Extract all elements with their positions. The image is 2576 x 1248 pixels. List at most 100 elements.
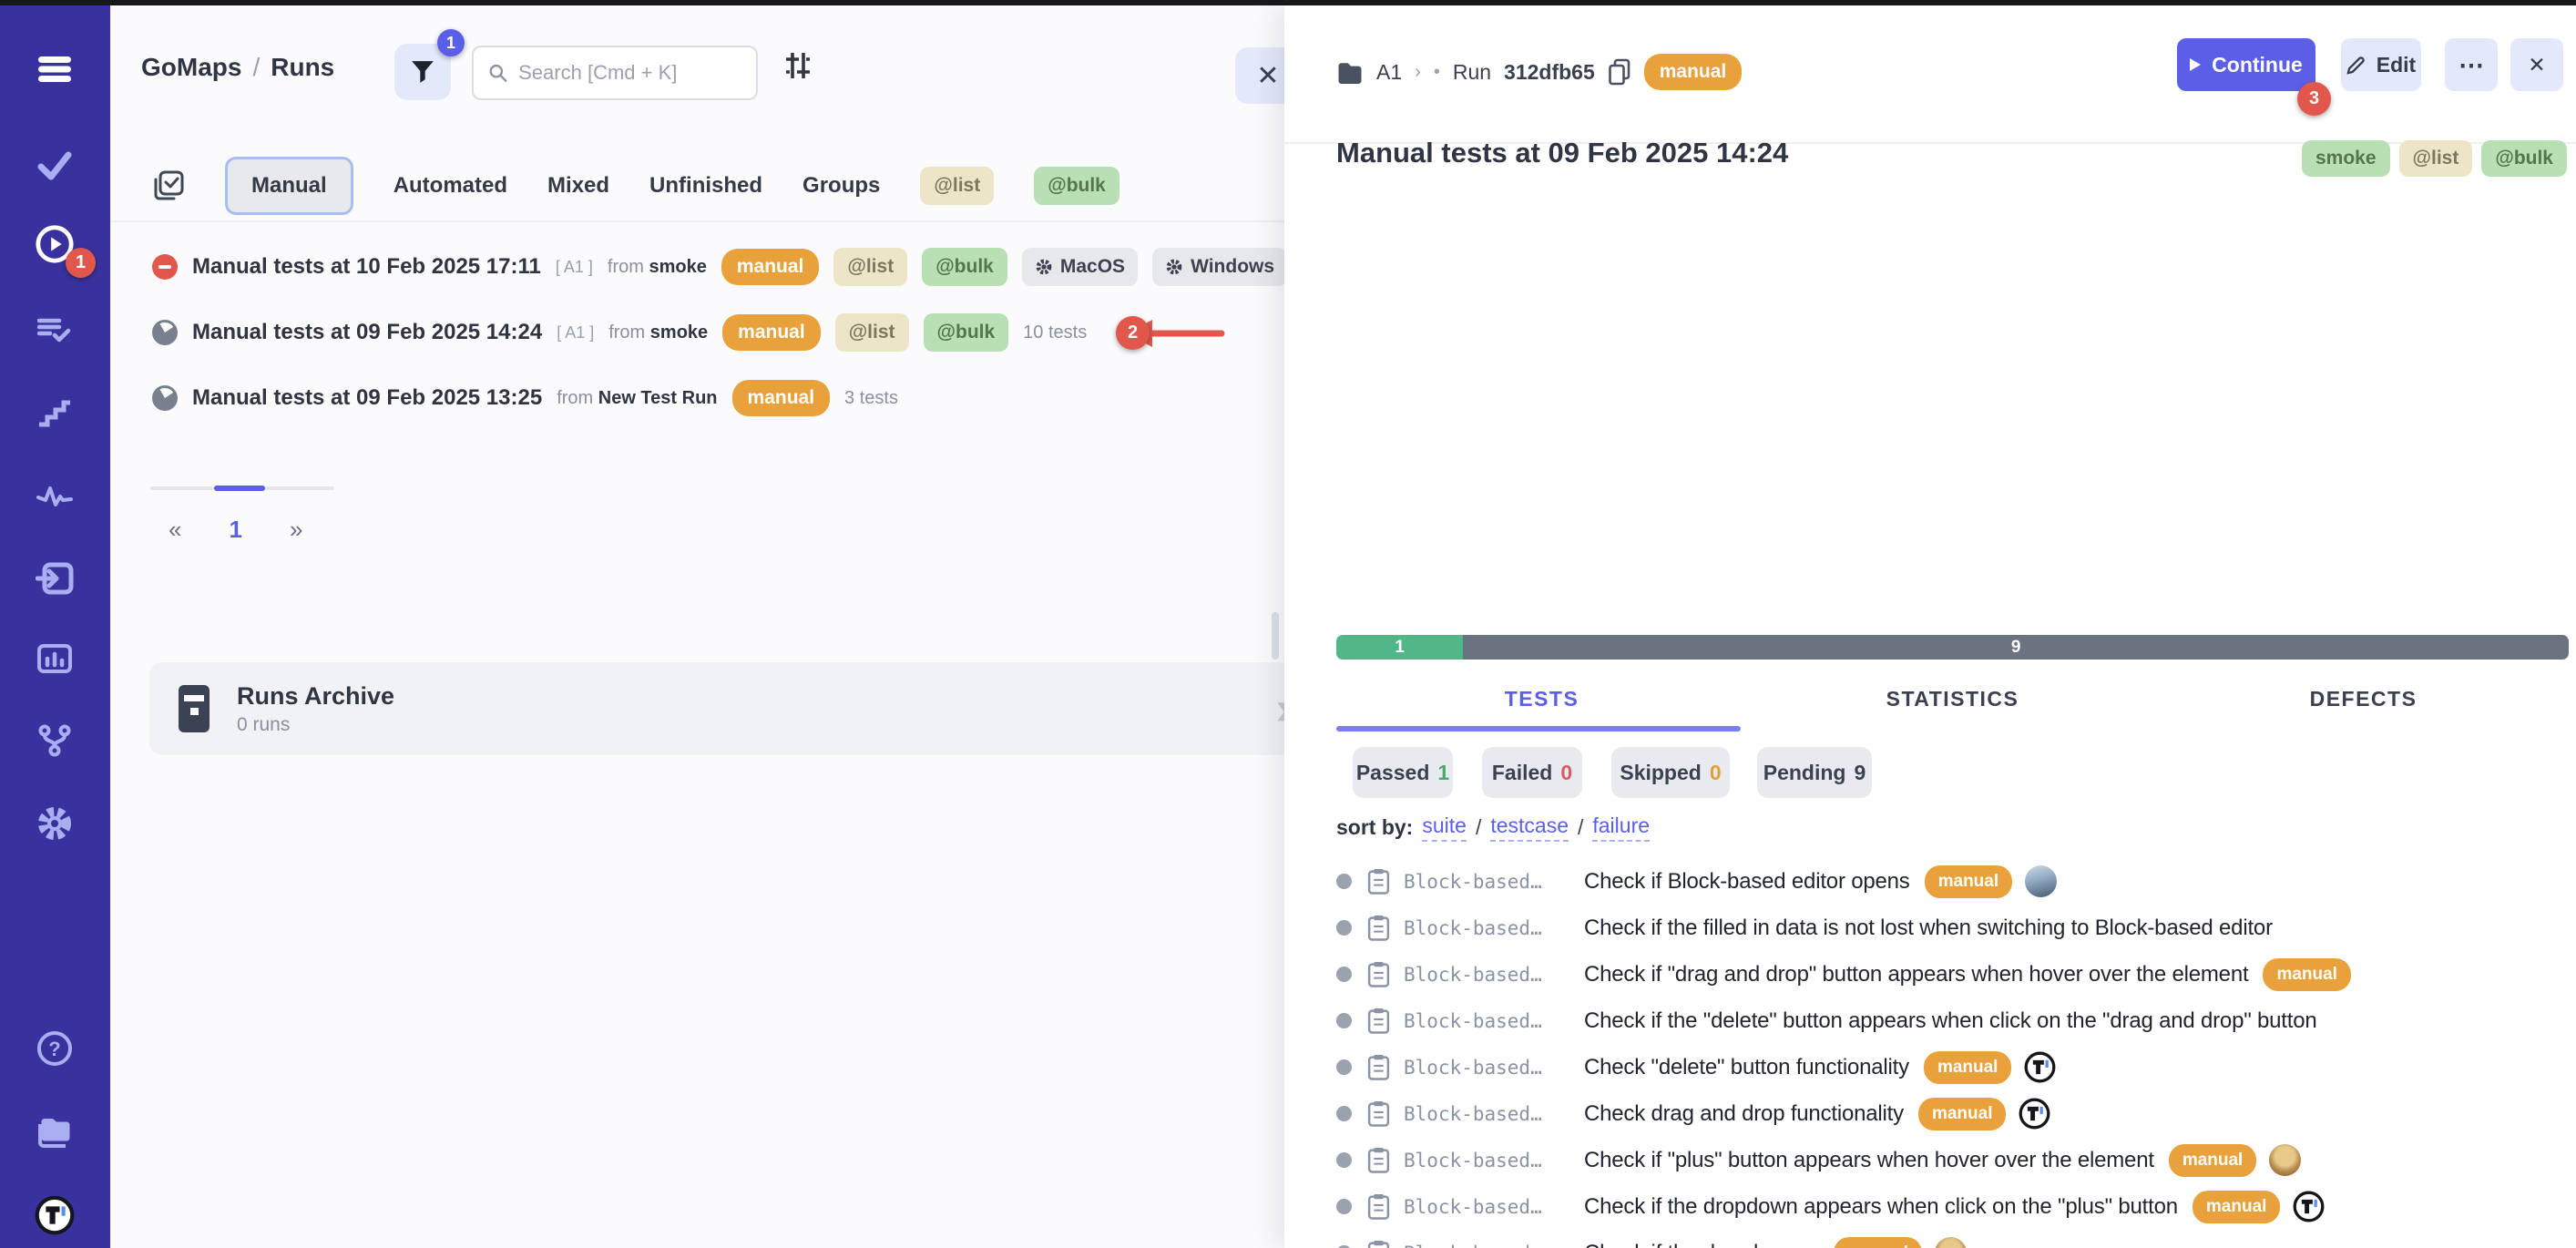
- edit-button[interactable]: Edit: [2341, 38, 2421, 91]
- status-dot-icon: [1336, 1059, 1352, 1075]
- status-dot-icon: [1336, 874, 1352, 889]
- tab-automated[interactable]: Automated: [394, 173, 507, 199]
- branch-icon[interactable]: [35, 721, 75, 761]
- testcase-icon: [1367, 1147, 1390, 1173]
- test-row[interactable]: Block-based… Check if "plus" button appe…: [1336, 1137, 2385, 1183]
- svg-text:?: ?: [48, 1038, 60, 1060]
- help-icon[interactable]: ?: [35, 1028, 75, 1069]
- continue-button[interactable]: Continue: [2177, 38, 2315, 91]
- tag-bulk[interactable]: @bulk: [924, 313, 1009, 352]
- breadcrumb-project[interactable]: GoMaps: [141, 53, 241, 82]
- page-prev-button[interactable]: «: [169, 516, 181, 544]
- test-title: Check if "plus" button appears when hove…: [1584, 1148, 2154, 1173]
- test-row[interactable]: Block-based… Check if the "delete" butto…: [1336, 997, 2385, 1044]
- close-detail-button[interactable]: ✕: [2510, 38, 2563, 91]
- sort-failure-link[interactable]: failure: [1592, 813, 1650, 842]
- test-row[interactable]: Block-based… Check if the filled in data…: [1336, 905, 2385, 951]
- chip-failed[interactable]: Failed0: [1482, 747, 1582, 798]
- breadcrumb-page[interactable]: Runs: [271, 53, 334, 82]
- run-row[interactable]: Manual tests at 09 Feb 2025 14:24 [ A1 ]…: [152, 306, 1087, 359]
- tab-defects[interactable]: DEFECTS: [2158, 687, 2569, 711]
- copy-icon[interactable]: [1608, 58, 1631, 86]
- tag-windows[interactable]: Windows: [1152, 248, 1287, 286]
- run-count: 10 tests: [1023, 322, 1087, 343]
- testcase-icon: [1367, 868, 1390, 895]
- search-icon: [488, 62, 507, 84]
- runs-list-panel: GoMaps / Runs 1 Manual Automated Mixed U…: [110, 5, 1285, 1248]
- progress-passed: 1: [1336, 635, 1463, 660]
- list-hscroll-thumb[interactable]: [214, 486, 265, 491]
- suite-name: Block-based…: [1404, 1057, 1569, 1079]
- tag-manual: manual: [1918, 1098, 2007, 1130]
- tab-manual[interactable]: Manual: [225, 157, 353, 215]
- tag-list[interactable]: @list: [833, 248, 907, 286]
- steps-icon[interactable]: [35, 394, 75, 434]
- projects-folder-icon[interactable]: [35, 1112, 75, 1152]
- tab-tests[interactable]: TESTS: [1336, 687, 1747, 711]
- tab-statistics[interactable]: STATISTICS: [1747, 687, 2158, 711]
- breadcrumb-suite[interactable]: A1: [1376, 60, 1402, 85]
- runs-search[interactable]: [472, 46, 758, 100]
- page-current[interactable]: 1: [229, 516, 241, 544]
- chip-passed[interactable]: Passed1: [1353, 747, 1453, 798]
- test-row[interactable]: Block-based… Check drag and drop functio…: [1336, 1090, 2385, 1137]
- status-dot-icon: [1336, 920, 1352, 936]
- tag-bulk[interactable]: @bulk: [922, 248, 1007, 286]
- menu-icon[interactable]: [35, 49, 75, 89]
- user-logo-avatar[interactable]: [35, 1195, 75, 1235]
- avatar: [1935, 1237, 1967, 1248]
- select-all-icon[interactable]: [152, 169, 185, 202]
- run-row[interactable]: Manual tests at 09 Feb 2025 13:25 from N…: [152, 372, 898, 425]
- tag-manual: manual: [1925, 865, 2013, 898]
- sort-suite-link[interactable]: suite: [1422, 813, 1467, 842]
- report-icon[interactable]: [35, 639, 75, 679]
- filter-tag-list[interactable]: @list: [920, 167, 994, 205]
- page-next-button[interactable]: »: [290, 516, 302, 544]
- run-row[interactable]: Manual tests at 10 Feb 2025 17:11 [ A1 ]…: [152, 240, 1365, 293]
- list-vscroll-thumb[interactable]: [1272, 612, 1279, 660]
- suite-name: Block-based…: [1404, 917, 1569, 939]
- test-row[interactable]: Block-based… Check if the dropdown appea…: [1336, 1183, 2385, 1230]
- run-suite-ref: [ A1 ]: [557, 323, 594, 343]
- test-row[interactable]: Block-based… Check if the dropdown… manu…: [1336, 1230, 2385, 1248]
- run-count: 3 tests: [844, 388, 898, 409]
- run-status-progress-icon: [152, 385, 178, 411]
- pulse-icon[interactable]: [35, 476, 75, 516]
- tests-check-icon[interactable]: [35, 146, 75, 186]
- import-icon[interactable]: [35, 558, 75, 598]
- sort-testcase-link[interactable]: testcase: [1490, 813, 1569, 842]
- tag-macos[interactable]: MacOS: [1022, 248, 1138, 286]
- list-hscroll-track[interactable]: [150, 486, 334, 490]
- run-detail-panel: A1 › • Run 312dfb65 manual Continue 3 Ed…: [1284, 5, 2576, 1248]
- settings-gear-icon[interactable]: [35, 803, 75, 844]
- status-dot-icon: [1336, 967, 1352, 982]
- run-status-stopped-icon: [152, 254, 178, 280]
- tag-manual: manual: [2193, 1191, 2281, 1223]
- tag-manual[interactable]: manual: [721, 249, 820, 285]
- tab-unfinished[interactable]: Unfinished: [649, 173, 762, 199]
- test-row[interactable]: Block-based… Check "delete" button funct…: [1336, 1044, 2385, 1090]
- shared-steps-icon[interactable]: [35, 310, 75, 350]
- tag-list[interactable]: @list: [835, 313, 909, 352]
- runs-archive-card[interactable]: Runs Archive 0 runs ›: [149, 662, 1317, 755]
- tab-groups[interactable]: Groups: [802, 173, 880, 199]
- chip-skipped[interactable]: Skipped0: [1611, 747, 1730, 798]
- tag-manual: manual: [1924, 1051, 2012, 1084]
- more-button[interactable]: ⋯: [2445, 38, 2498, 91]
- search-input[interactable]: [518, 61, 741, 85]
- filter-tag-bulk[interactable]: @bulk: [1034, 167, 1119, 205]
- view-settings-icon[interactable]: [782, 49, 814, 87]
- testcase-icon: [1367, 1240, 1390, 1248]
- tag-manual[interactable]: manual: [722, 314, 821, 351]
- suite-name: Block-based…: [1404, 1010, 1569, 1032]
- test-row[interactable]: Block-based… Check if "drag and drop" bu…: [1336, 951, 2385, 997]
- test-row[interactable]: Block-based… Check if Block-based editor…: [1336, 858, 2385, 905]
- suite-name: Block-based…: [1404, 964, 1569, 986]
- chip-pending[interactable]: Pending9: [1757, 747, 1872, 798]
- tag-list[interactable]: @list: [2399, 140, 2473, 177]
- run-title: Manual tests at 09 Feb 2025 13:25: [192, 385, 542, 411]
- tag-manual[interactable]: manual: [732, 380, 831, 416]
- tag-smoke[interactable]: smoke: [2302, 140, 2390, 177]
- tag-bulk[interactable]: @bulk: [2481, 140, 2567, 177]
- tab-mixed[interactable]: Mixed: [547, 173, 609, 199]
